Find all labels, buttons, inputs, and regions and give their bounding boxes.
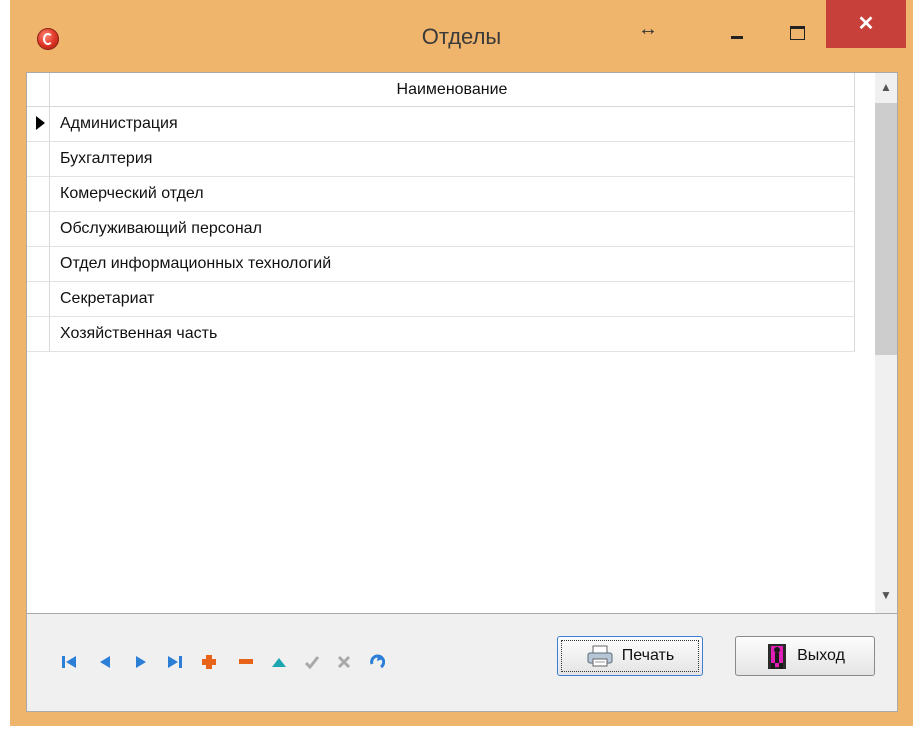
row-indicator[interactable] bbox=[27, 282, 50, 316]
prior-icon bbox=[100, 656, 110, 668]
resize-icon: ↔ bbox=[638, 18, 658, 40]
row-indicator[interactable] bbox=[27, 177, 50, 211]
prior-record-button[interactable] bbox=[93, 650, 117, 674]
department-name-cell[interactable]: Бухгалтерия bbox=[50, 142, 855, 176]
refresh-button[interactable] bbox=[365, 650, 389, 674]
next-icon bbox=[136, 656, 146, 668]
maximize-icon bbox=[790, 26, 805, 40]
bottom-panel: Печать Выход bbox=[26, 614, 898, 712]
edit-record-button[interactable] bbox=[267, 650, 291, 674]
post-record-button[interactable] bbox=[300, 650, 324, 674]
window: Отделы ↔ ✕ Наименование Администрация Бух… bbox=[10, 0, 913, 726]
refresh-icon bbox=[370, 654, 385, 669]
minimize-icon bbox=[731, 36, 743, 39]
table-row[interactable]: Бухгалтерия bbox=[27, 142, 855, 177]
department-name-cell[interactable]: Комерческий отдел bbox=[50, 177, 855, 211]
grid-corner bbox=[27, 73, 50, 106]
table-row[interactable]: Хозяйственная часть bbox=[27, 317, 855, 352]
delete-record-button[interactable] bbox=[234, 650, 258, 674]
row-indicator[interactable] bbox=[27, 247, 50, 281]
print-button-label: Печать bbox=[621, 647, 675, 664]
table-row[interactable]: Администрация bbox=[27, 107, 855, 142]
row-indicator[interactable] bbox=[27, 317, 50, 351]
cancel-icon bbox=[337, 655, 351, 669]
next-record-button[interactable] bbox=[129, 650, 153, 674]
grid-rows: Администрация Бухгалтерия Комерческий отде… bbox=[27, 107, 855, 352]
first-icon bbox=[62, 656, 76, 668]
last-record-button[interactable] bbox=[163, 650, 187, 674]
window-title: Отделы bbox=[421, 24, 502, 49]
first-record-button[interactable] bbox=[57, 650, 81, 674]
grid-header: Наименование bbox=[27, 73, 855, 107]
department-name-cell[interactable]: Обслуживающий персонал bbox=[50, 212, 855, 246]
cancel-record-button[interactable] bbox=[332, 650, 356, 674]
maximize-button[interactable] bbox=[782, 20, 812, 46]
row-indicator[interactable] bbox=[27, 212, 50, 246]
table-row[interactable]: Секретариат bbox=[27, 282, 855, 317]
insert-icon bbox=[202, 655, 216, 669]
column-header-name[interactable]: Наименование bbox=[50, 73, 855, 106]
edit-icon bbox=[272, 658, 286, 667]
table-row[interactable]: Комерческий отдел bbox=[27, 177, 855, 212]
delete-icon bbox=[239, 659, 253, 664]
department-name-cell[interactable]: Хозяйственная часть bbox=[50, 317, 855, 351]
exit-button-label: Выход bbox=[797, 647, 845, 664]
vertical-scrollbar[interactable]: ▲ ▼ bbox=[875, 73, 897, 613]
department-name-cell[interactable]: Отдел информационных технологий bbox=[50, 247, 855, 281]
scroll-thumb[interactable] bbox=[875, 103, 897, 355]
exit-button[interactable]: Выход bbox=[735, 636, 875, 676]
insert-record-button[interactable] bbox=[197, 650, 221, 674]
printer-icon bbox=[586, 644, 616, 668]
scroll-down-icon[interactable]: ▼ bbox=[875, 583, 897, 607]
last-icon bbox=[168, 656, 182, 668]
post-icon bbox=[304, 656, 320, 669]
print-button[interactable]: Печать bbox=[557, 636, 703, 676]
department-name-cell[interactable]: Администрация bbox=[50, 107, 855, 141]
title-bar[interactable]: Отделы ↔ ✕ bbox=[10, 0, 913, 72]
exit-door-icon bbox=[765, 641, 791, 671]
row-pointer-icon[interactable] bbox=[27, 107, 50, 141]
row-indicator[interactable] bbox=[27, 142, 50, 176]
table-row[interactable]: Обслуживающий персонал bbox=[27, 212, 855, 247]
table-row[interactable]: Отдел информационных технологий bbox=[27, 247, 855, 282]
department-name-cell[interactable]: Секретариат bbox=[50, 282, 855, 316]
minimize-button[interactable] bbox=[722, 20, 752, 46]
departments-grid[interactable]: Наименование Администрация Бухгалтерия Ком… bbox=[26, 72, 898, 614]
scroll-up-icon[interactable]: ▲ bbox=[875, 75, 897, 99]
close-button[interactable]: ✕ bbox=[826, 0, 906, 48]
